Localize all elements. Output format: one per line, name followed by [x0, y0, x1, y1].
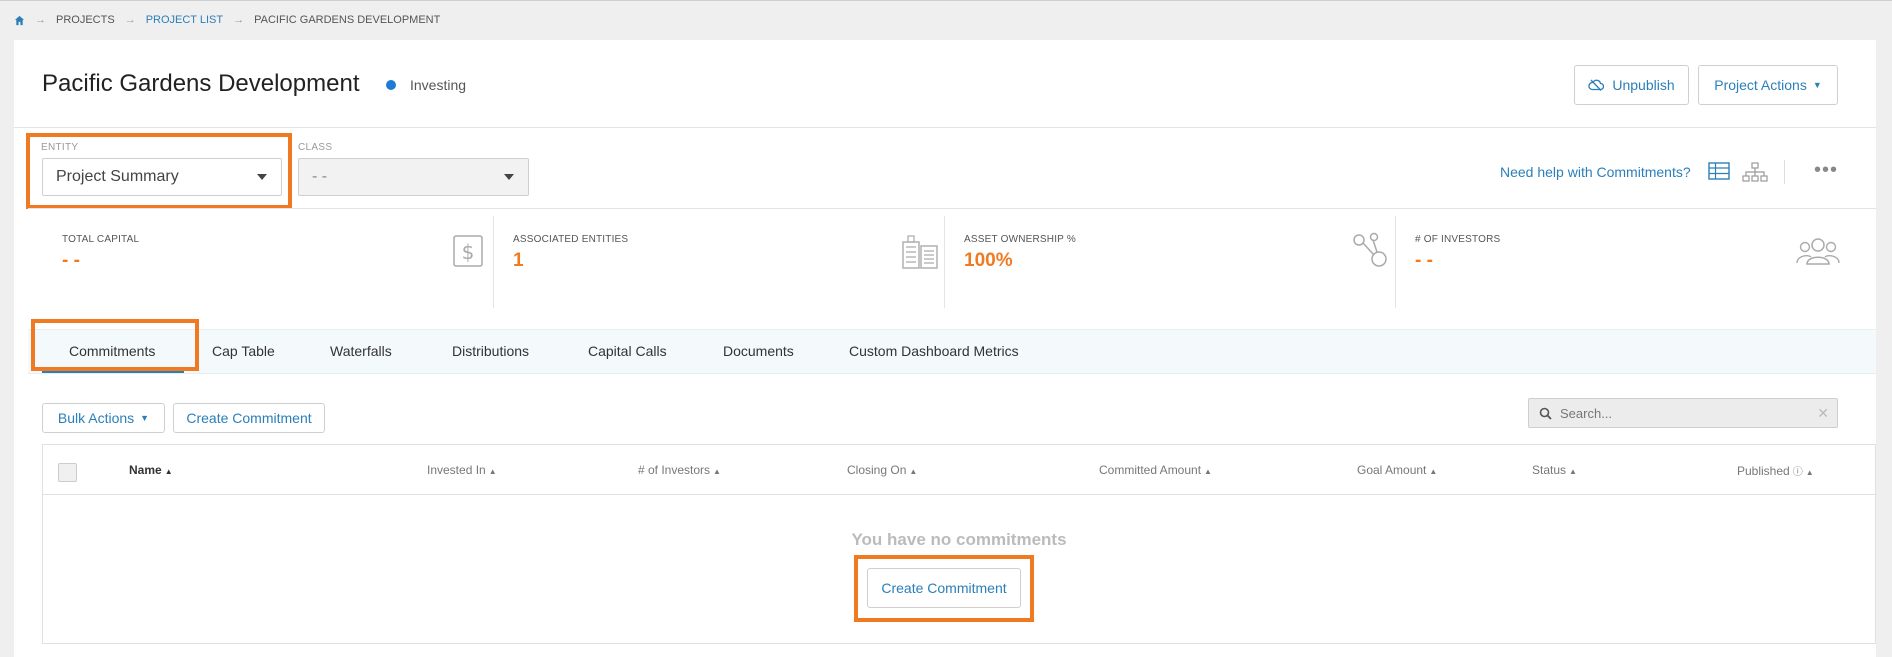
search-input[interactable]: [1560, 405, 1810, 421]
stat-investors: # OF INVESTORS - -: [1415, 216, 1840, 308]
status-label: Investing: [410, 77, 467, 93]
home-icon[interactable]: [14, 15, 25, 26]
breadcrumb: → PROJECTS → PROJECT LIST → PACIFIC GARD…: [14, 14, 440, 26]
class-value: - -: [312, 168, 328, 185]
project-card: Pacific Gardens Development Investing Un…: [14, 40, 1876, 657]
tab-distributions[interactable]: Distributions: [452, 343, 529, 359]
project-actions-label: Project Actions: [1714, 77, 1807, 93]
commitments-tab-highlight: [31, 319, 199, 371]
chevron-down-icon: ▼: [1812, 80, 1822, 90]
entity-highlight: [26, 133, 292, 209]
search-icon: [1539, 407, 1552, 420]
breadcrumb-current: PACIFIC GARDENS DEVELOPMENT: [254, 14, 441, 26]
sort-icon: ▲: [1429, 467, 1438, 476]
svg-text:$: $: [462, 240, 475, 264]
sort-icon: ▲: [488, 467, 497, 476]
org-chart-icon[interactable]: [1742, 162, 1768, 182]
bulk-actions-label: Bulk Actions: [57, 410, 135, 426]
share-nodes-icon: [1353, 232, 1387, 267]
create-commitment-button[interactable]: Create Commitment: [173, 403, 325, 433]
tab-waterfalls[interactable]: Waterfalls: [330, 343, 392, 359]
stat-divider: [493, 216, 494, 308]
create-commitment-highlight: [854, 555, 1034, 622]
unpublish-label: Unpublish: [1612, 77, 1675, 93]
sort-icon: ▲: [1204, 467, 1212, 476]
page-title: Pacific Gardens Development: [42, 70, 360, 97]
stat-divider: [1395, 216, 1396, 308]
tab-cap-table[interactable]: Cap Table: [212, 343, 275, 359]
stat-label: ASSOCIATED ENTITIES: [513, 234, 629, 245]
caret-down-icon: [504, 174, 514, 180]
search-box: ✕: [1528, 398, 1838, 428]
empty-state-message: You have no commitments: [851, 530, 1067, 549]
active-tab-indicator: [42, 371, 184, 373]
sort-icon: ▲: [909, 467, 918, 476]
sort-icon: ▲: [713, 467, 721, 476]
breadcrumb-arrow-icon: →: [35, 14, 46, 26]
class-select[interactable]: - -: [298, 158, 529, 196]
cloud-off-icon: [1588, 79, 1605, 91]
column-header-published[interactable]: Published ⓘ ▲: [1737, 463, 1814, 478]
info-icon: ⓘ: [1792, 467, 1803, 478]
unpublish-button[interactable]: Unpublish: [1574, 65, 1689, 105]
column-header-committed-amount[interactable]: Committed Amount ▲: [1099, 463, 1212, 477]
stat-associated-entities: ASSOCIATED ENTITIES 1: [513, 216, 938, 308]
column-header-invested-in[interactable]: Invested In ▲: [427, 463, 497, 477]
stat-label: # OF INVESTORS: [1415, 234, 1501, 245]
select-all-checkbox[interactable]: [58, 463, 77, 482]
sort-icon: ▲: [1805, 468, 1814, 477]
stat-value: 1: [513, 250, 524, 271]
column-header-name[interactable]: Name ▲: [129, 463, 173, 477]
column-header-investors[interactable]: # of Investors ▲: [638, 463, 721, 477]
class-label: CLASS: [298, 142, 333, 153]
dollar-icon: $: [453, 235, 483, 267]
stat-value: 100%: [964, 250, 1013, 271]
project-header: Pacific Gardens Development Investing Un…: [14, 40, 1876, 128]
toolbar-divider: [1784, 160, 1785, 184]
table-header: Name ▲ Invested In ▲ # of Investors ▲ Closi…: [43, 445, 1875, 495]
stat-total-capital: TOTAL CAPITAL - - $: [62, 216, 483, 308]
stat-divider: [944, 216, 945, 308]
stat-asset-ownership: ASSET OWNERSHIP % 100%: [964, 216, 1387, 308]
close-icon[interactable]: ✕: [1817, 405, 1829, 422]
breadcrumb-arrow-icon: →: [233, 14, 245, 26]
status-dot-icon: [386, 80, 396, 90]
table-view-icon[interactable]: [1708, 162, 1730, 180]
tab-custom-dashboard-metrics[interactable]: Custom Dashboard Metrics: [849, 343, 1019, 359]
breadcrumb-arrow-icon: →: [124, 14, 136, 26]
more-options-icon[interactable]: •••: [1814, 159, 1838, 182]
column-header-status[interactable]: Status ▲: [1532, 463, 1577, 477]
tab-capital-calls[interactable]: Capital Calls: [588, 343, 667, 359]
column-header-goal-amount[interactable]: Goal Amount ▲: [1357, 463, 1437, 477]
breadcrumb-projects[interactable]: PROJECTS: [56, 14, 115, 26]
stat-label: TOTAL CAPITAL: [62, 234, 140, 245]
breadcrumb-project-list[interactable]: PROJECT LIST: [146, 14, 223, 26]
stat-value: - -: [1415, 250, 1433, 271]
buildings-icon: [902, 235, 938, 269]
users-icon: [1796, 238, 1840, 265]
status-badge: Investing: [386, 77, 466, 93]
stats-divider: [28, 208, 1876, 209]
tab-documents[interactable]: Documents: [723, 343, 794, 359]
help-commitments-link[interactable]: Need help with Commitments?: [1500, 164, 1691, 180]
column-header-closing-on[interactable]: Closing On ▲: [847, 463, 917, 477]
chevron-down-icon: ▼: [140, 413, 150, 423]
project-actions-button[interactable]: Project Actions ▼: [1698, 65, 1838, 105]
bulk-actions-button[interactable]: Bulk Actions ▼: [42, 403, 165, 433]
sort-icon: ▲: [1569, 467, 1577, 476]
sort-icon: ▲: [164, 467, 173, 476]
top-border: [0, 0, 1892, 1]
stat-label: ASSET OWNERSHIP %: [964, 234, 1076, 245]
stat-value: - -: [62, 250, 80, 271]
